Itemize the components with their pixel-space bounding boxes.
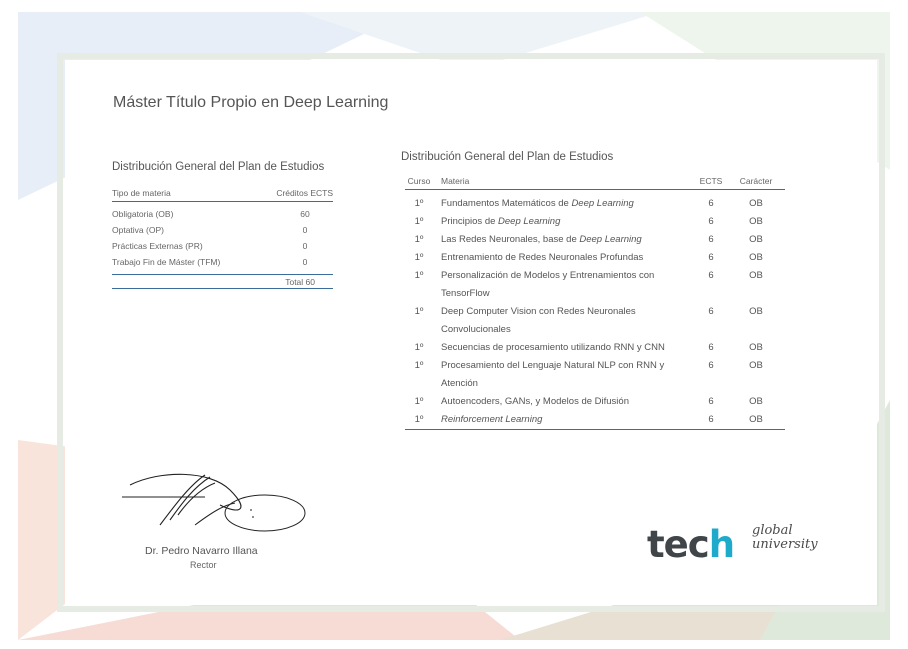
summary-table-header: Tipo de materia Créditos ECTS bbox=[112, 184, 333, 202]
subject-cell: Autoencoders, GANs, y Modelos de Difusió… bbox=[441, 396, 629, 407]
subject-cell: Fundamentos Matemáticos de Deep Learning bbox=[441, 198, 634, 209]
type-cell: OB bbox=[749, 198, 763, 209]
course-cell: 1º bbox=[414, 234, 424, 245]
credits-cell: 0 bbox=[302, 225, 308, 235]
type-cell: OB bbox=[749, 270, 763, 281]
detail-table-body: 1º Fundamentos Matemáticos de Deep Learni… bbox=[405, 190, 785, 430]
type-cell: OB bbox=[749, 306, 763, 317]
table-row: 1º Secuencias de procesamiento utilizando… bbox=[405, 339, 785, 357]
col-type-header: Tipo de materia bbox=[112, 187, 171, 198]
summary-table: Tipo de materia Créditos ECTS Obligatori… bbox=[112, 184, 333, 289]
ects-cell: 6 bbox=[708, 270, 714, 281]
type-cell: OB bbox=[749, 216, 763, 227]
ects-cell: 6 bbox=[708, 198, 714, 209]
credits-cell: 0 bbox=[302, 241, 308, 251]
table-row: Obligatoria (OB) 60 bbox=[112, 206, 333, 222]
summary-table-heading: Distribución General del Plan de Estudio… bbox=[112, 161, 325, 173]
col-course-header: Curso bbox=[407, 175, 431, 186]
subject-cell: Reinforcement Learning bbox=[441, 414, 543, 425]
col-ects-header: ECTS bbox=[699, 175, 723, 186]
course-cell: 1º bbox=[414, 306, 424, 317]
course-cell: 1º bbox=[414, 342, 424, 353]
ects-cell: 6 bbox=[708, 306, 714, 317]
table-row: 1º Entrenamiento de Redes Neuronales Prof… bbox=[405, 249, 785, 267]
signature-image bbox=[122, 473, 306, 532]
table-row: 1º Autoencoders, GANs, y Modelos de Difus… bbox=[405, 393, 785, 411]
course-cell: 1º bbox=[414, 198, 424, 209]
ects-cell: 6 bbox=[708, 216, 714, 227]
ects-cell: 6 bbox=[708, 414, 714, 425]
type-cell: OB bbox=[749, 234, 763, 245]
type-cell: OB bbox=[749, 396, 763, 407]
ects-cell: 6 bbox=[708, 342, 714, 353]
table-row: 1º Personalización de Modelos y Entrenami… bbox=[405, 267, 785, 303]
subject-cell: Principios de Deep Learning bbox=[441, 216, 561, 227]
signatory-role: Rector bbox=[190, 560, 217, 570]
signatory-name: Dr. Pedro Navarro Illana bbox=[145, 545, 258, 557]
subject-cell: Entrenamiento de Redes Neuronales Profun… bbox=[441, 252, 644, 263]
detail-table-header: Curso Materia ECTS Carácter bbox=[405, 172, 785, 190]
ects-cell: 6 bbox=[708, 396, 714, 407]
table-row: 1º Procesamiento del Lenguaje Natural NLP… bbox=[405, 357, 785, 393]
type-cell: Obligatoria (OB) bbox=[112, 209, 174, 219]
table-row: 1º Deep Computer Vision con Redes Neurona… bbox=[405, 303, 785, 339]
course-cell: 1º bbox=[414, 216, 424, 227]
ects-cell: 6 bbox=[708, 234, 714, 245]
course-cell: 1º bbox=[414, 360, 424, 371]
subject-cell: Personalización de Modelos y Entrenamien… bbox=[441, 270, 655, 299]
logo-sub-university: university bbox=[752, 537, 818, 552]
subject-cell: Las Redes Neuronales, base de Deep Learn… bbox=[441, 234, 642, 245]
subject-cell: Secuencias de procesamiento utilizando R… bbox=[441, 342, 665, 353]
table-row: Optativa (OP) 0 bbox=[112, 222, 333, 238]
course-cell: 1º bbox=[414, 252, 424, 263]
col-credits-header: Créditos ECTS bbox=[276, 187, 333, 198]
table-row: Trabajo Fin de Máster (TFM) 0 bbox=[112, 254, 333, 270]
subject-cell: Deep Computer Vision con Redes Neuronale… bbox=[441, 306, 636, 335]
credits-cell: 0 bbox=[302, 257, 308, 267]
type-cell: Optativa (OP) bbox=[112, 225, 164, 235]
ects-cell: 6 bbox=[708, 252, 714, 263]
course-cell: 1º bbox=[414, 396, 424, 407]
course-cell: 1º bbox=[414, 414, 424, 425]
type-cell: OB bbox=[749, 342, 763, 353]
logo-text: tech bbox=[647, 523, 735, 566]
subject-cell: Procesamiento del Lenguaje Natural NLP c… bbox=[441, 360, 665, 389]
table-row: 1º Fundamentos Matemáticos de Deep Learni… bbox=[405, 195, 785, 213]
detail-table-heading: Distribución General del Plan de Estudio… bbox=[401, 151, 614, 163]
table-row: Prácticas Externas (PR) 0 bbox=[112, 238, 333, 254]
tech-logo: tech bbox=[647, 523, 735, 566]
ects-cell: 6 bbox=[708, 360, 714, 371]
type-cell: Prácticas Externas (PR) bbox=[112, 241, 203, 251]
table-row: 1º Principios de Deep Learning 6 OB bbox=[405, 213, 785, 231]
credits-cell: 60 bbox=[300, 209, 310, 219]
table-row: 1º Reinforcement Learning 6 OB bbox=[405, 411, 785, 429]
page-title: Máster Título Propio en Deep Learning bbox=[113, 94, 389, 111]
col-type-header: Carácter bbox=[739, 175, 773, 186]
total-value: Total 60 bbox=[285, 276, 315, 287]
logo-sub-global: global bbox=[752, 523, 793, 538]
course-cell: 1º bbox=[414, 270, 424, 281]
detail-table: Curso Materia ECTS Carácter 1º Fundamento… bbox=[405, 172, 785, 430]
type-cell: OB bbox=[749, 360, 763, 371]
total-row: Total 60 bbox=[112, 274, 333, 289]
type-cell: Trabajo Fin de Máster (TFM) bbox=[112, 257, 221, 267]
col-subject-header: Materia bbox=[441, 175, 470, 186]
table-row: 1º Las Redes Neuronales, base de Deep Lea… bbox=[405, 231, 785, 249]
logo-subtitle: global university bbox=[752, 524, 818, 552]
type-cell: OB bbox=[749, 252, 763, 263]
type-cell: OB bbox=[749, 414, 763, 425]
